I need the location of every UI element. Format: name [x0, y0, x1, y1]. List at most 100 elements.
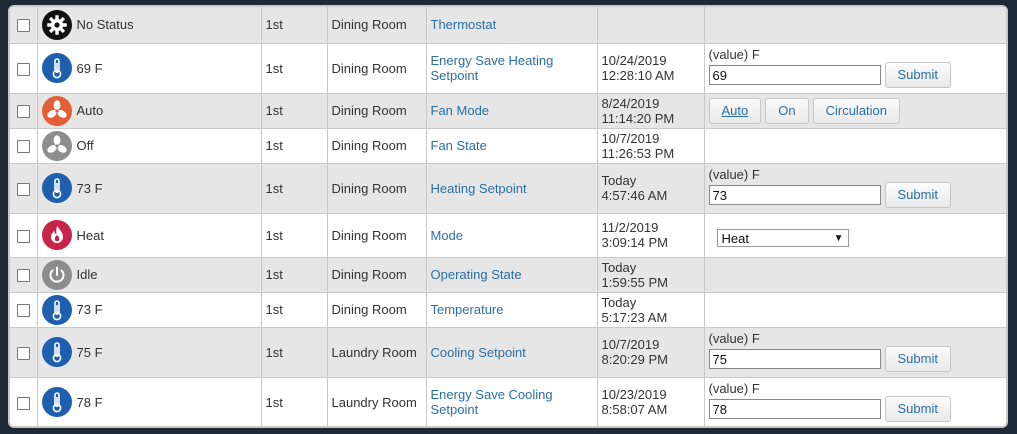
- select-cell: [10, 377, 38, 426]
- last-updated-cell: 11/2/2019 3:09:14 PM: [597, 213, 705, 258]
- device-table: No Status 1st Dining Room Thermostat 69 F 1st…: [10, 7, 1006, 426]
- device-name-link[interactable]: Cooling Setpoint: [431, 345, 526, 360]
- device-name-link[interactable]: Fan Mode: [431, 103, 490, 118]
- row-checkbox[interactable]: [16, 229, 30, 243]
- control-cell: (value) F Submit: [704, 163, 1006, 214]
- submit-button[interactable]: Submit: [884, 346, 951, 372]
- table-row: 75 F 1st Laundry Room Cooling Setpoint 10/7/…: [10, 327, 1006, 378]
- room-text: Dining Room: [331, 180, 407, 196]
- table-row: 78 F 1st Laundry Room Energy Save Cooling S…: [10, 377, 1006, 426]
- status-text: 69 F: [76, 60, 103, 76]
- value-input[interactable]: [708, 399, 881, 419]
- value-label: (value) F: [708, 331, 760, 346]
- submit-button[interactable]: Submit: [884, 62, 951, 88]
- floor-cell: 1st: [261, 257, 328, 293]
- power-icon[interactable]: [41, 259, 72, 290]
- status-cell: 75 F: [37, 327, 262, 378]
- device-name-link[interactable]: Mode: [431, 228, 464, 243]
- thermometer-icon[interactable]: [41, 53, 72, 83]
- device-name-cell: Mode: [426, 213, 598, 258]
- updated-date: Today: [601, 259, 637, 275]
- status-text: 73 F: [76, 180, 103, 196]
- device-name-link[interactable]: Operating State: [431, 267, 522, 282]
- value-input[interactable]: [708, 349, 881, 369]
- last-updated-cell: Today 4:57:46 AM: [597, 163, 705, 214]
- select-cell: [10, 213, 38, 258]
- select-cell: [10, 7, 38, 44]
- control-cell: [704, 292, 1006, 328]
- row-checkbox[interactable]: [16, 19, 30, 33]
- floor-cell: 1st: [261, 128, 328, 164]
- device-name-cell: Temperature: [426, 292, 598, 328]
- room-text: Dining Room: [331, 267, 407, 282]
- fan-mode-button-circulation[interactable]: Circulation: [812, 97, 901, 124]
- row-checkbox[interactable]: [16, 346, 30, 360]
- row-checkbox[interactable]: [16, 304, 30, 318]
- device-name-link[interactable]: Heating Setpoint: [431, 181, 527, 196]
- row-checkbox[interactable]: [16, 269, 30, 283]
- thermometer-icon[interactable]: [41, 387, 72, 417]
- select-cell: [10, 43, 38, 94]
- device-name-cell: Thermostat: [426, 7, 598, 44]
- thermometer-icon[interactable]: [41, 173, 72, 203]
- floor-cell: 1st: [261, 163, 328, 214]
- floor-text: 1st: [265, 302, 283, 317]
- status-text: Auto: [76, 103, 104, 118]
- status-text: Idle: [76, 267, 98, 282]
- submit-button[interactable]: Submit: [884, 396, 951, 422]
- device-name-cell: Fan Mode: [426, 93, 598, 129]
- table-row: 69 F 1st Dining Room Energy Save Heating Se…: [10, 43, 1006, 94]
- device-name-link[interactable]: Thermostat: [431, 17, 497, 32]
- last-updated-cell: 10/24/2019 12:28:10 AM: [597, 43, 705, 94]
- fan-mode-button-on[interactable]: On: [765, 97, 809, 124]
- device-name-link[interactable]: Fan State: [431, 138, 487, 153]
- room-cell: Laundry Room: [327, 377, 427, 426]
- device-name-link[interactable]: Temperature: [431, 302, 504, 317]
- mode-select[interactable]: Heat ▼: [716, 229, 849, 247]
- device-name-link[interactable]: Energy Save Heating Setpoint: [431, 53, 554, 83]
- row-checkbox[interactable]: [16, 140, 30, 154]
- status-cell: 78 F: [37, 377, 262, 426]
- device-name-cell: Cooling Setpoint: [426, 327, 598, 378]
- floor-cell: 1st: [261, 292, 328, 328]
- status-text: Heat: [76, 227, 104, 243]
- dropdown-arrow-icon: ▼: [833, 232, 844, 244]
- value-label: (value) F: [708, 47, 760, 62]
- fan-off-icon[interactable]: [41, 130, 72, 161]
- floor-text: 1st: [265, 344, 283, 360]
- value-input[interactable]: [708, 65, 881, 85]
- row-checkbox[interactable]: [16, 396, 30, 410]
- floor-text: 1st: [265, 227, 283, 243]
- updated-time: 1:59:55 PM: [601, 274, 669, 290]
- updated-time: 8:20:29 PM: [601, 352, 669, 367]
- room-text: Dining Room: [331, 103, 407, 118]
- updated-date: Today: [601, 294, 637, 310]
- room-text: Dining Room: [331, 138, 407, 153]
- select-cell: [10, 257, 38, 293]
- submit-button[interactable]: Submit: [884, 182, 951, 208]
- thermometer-icon[interactable]: [41, 337, 72, 367]
- updated-time: 11:14:20 PM: [601, 110, 675, 126]
- row-checkbox[interactable]: [16, 182, 30, 196]
- last-updated-cell: [597, 7, 705, 44]
- flame-icon[interactable]: [41, 220, 72, 250]
- gear-icon[interactable]: [41, 9, 72, 40]
- fan-icon[interactable]: [41, 95, 72, 126]
- status-cell: Off: [37, 128, 262, 164]
- row-checkbox[interactable]: [16, 62, 30, 76]
- updated-date: 10/23/2019: [601, 387, 667, 402]
- row-checkbox[interactable]: [16, 105, 30, 119]
- floor-cell: 1st: [261, 327, 328, 378]
- thermometer-icon[interactable]: [41, 294, 72, 325]
- fan-mode-button-auto[interactable]: Auto: [708, 97, 762, 124]
- room-text: Laundry Room: [331, 344, 417, 360]
- mode-select-value: Heat: [721, 230, 749, 246]
- room-cell: Dining Room: [327, 7, 427, 44]
- room-cell: Dining Room: [327, 257, 427, 293]
- table-row: Off 1st Dining Room Fan State 10/7/2019 11:26…: [10, 128, 1006, 164]
- value-input[interactable]: [708, 185, 881, 205]
- device-name-link[interactable]: Energy Save Cooling Setpoint: [431, 387, 553, 417]
- device-name-cell: Operating State: [426, 257, 598, 293]
- last-updated-cell: Today 1:59:55 PM: [597, 257, 705, 293]
- table-row: Auto 1st Dining Room Fan Mode 8/24/2019 11:14…: [10, 93, 1006, 129]
